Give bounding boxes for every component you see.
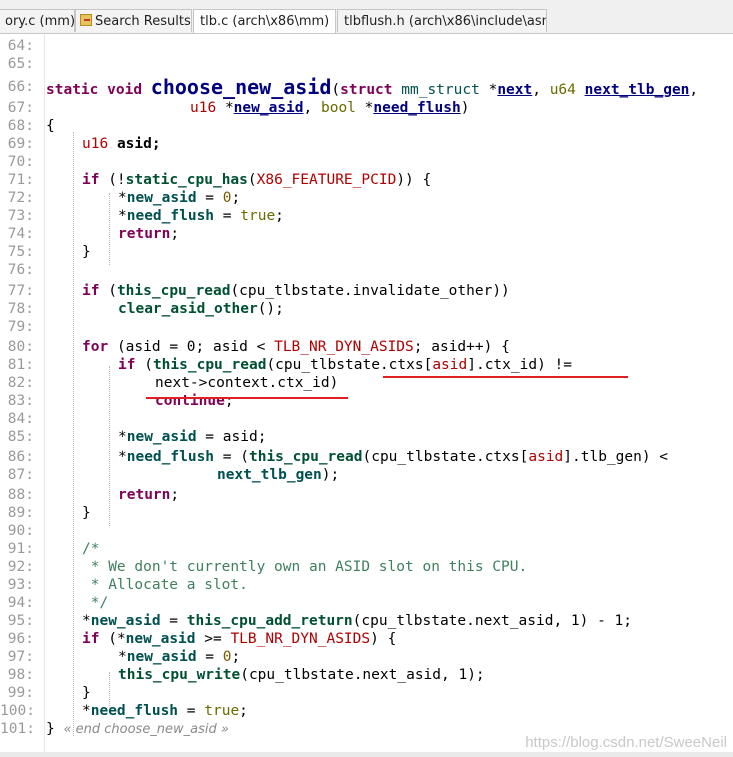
line-number: 95: <box>7 613 34 629</box>
line-number: 94: <box>7 595 34 611</box>
code-line: 67: u16 *new_asid, bool *need_flush) <box>0 99 733 117</box>
code-line: 84: <box>0 410 733 428</box>
line-number: 89: <box>7 505 34 521</box>
code-line: 93: * Allocate a slot. <box>0 576 733 594</box>
code-line: 78: clear_asid_other(); <box>0 300 733 318</box>
code-line: 92: * We don't currently own an ASID slo… <box>0 558 733 576</box>
code-line: 79: <box>0 318 733 336</box>
code-line: 96: if (*new_asid >= TLB_NR_DYN_ASIDS) { <box>0 630 733 648</box>
line-number: 83: <box>7 393 34 409</box>
code-line: 65: <box>0 55 733 73</box>
line-number: 85: <box>7 429 34 445</box>
line-number: 80: <box>7 339 34 355</box>
line-number: 77: <box>7 283 34 299</box>
line-number: 72: <box>7 190 34 206</box>
line-number: 82: <box>7 375 34 391</box>
horizontal-scrollbar[interactable] <box>0 752 733 757</box>
line-number: 76: <box>7 262 34 278</box>
tab-tlbflush-h[interactable]: tlbflush.h (arch\x86\include\asm) <box>337 9 547 32</box>
tab-tlb-c[interactable]: tlb.c (arch\x86\mm)× <box>193 9 336 33</box>
line-number: 70: <box>7 154 34 170</box>
code-line: 98: this_cpu_write(cpu_tlbstate.next_asid… <box>0 666 733 684</box>
line-number: 78: <box>7 301 34 317</box>
code-line: 88: return; <box>0 486 733 504</box>
line-number: 74: <box>7 226 34 242</box>
code-line: 89:} <box>0 504 733 522</box>
code-line: 99:} <box>0 684 733 702</box>
fold-end-marker[interactable]: « end choose_new_asid » <box>63 722 228 737</box>
line-number: 88: <box>7 487 34 503</box>
code-line: 66: static void choose_new_asid(struct mm… <box>0 76 733 98</box>
annotation-underline <box>383 376 628 378</box>
line-number: 91: <box>7 541 34 557</box>
tab-search-results[interactable]: Search Results <box>75 9 192 32</box>
tab-memory-c[interactable]: ory.c (mm) <box>0 9 75 32</box>
code-line: 70: <box>0 153 733 171</box>
code-line: 86: *need_flush = (this_cpu_read(cpu_tlbs… <box>0 448 733 466</box>
code-line: 73: *need_flush = true; <box>0 207 733 225</box>
line-number: 86: <box>7 449 34 465</box>
annotation-underline <box>146 397 348 399</box>
line-number: 92: <box>7 559 34 575</box>
search-results-icon <box>80 14 92 26</box>
line-number: 90: <box>7 523 34 539</box>
line-number: 73: <box>7 208 34 224</box>
line-number: 71: <box>7 172 34 188</box>
code-line: 85: *new_asid = asid; <box>0 428 733 446</box>
code-line: 74: return; <box>0 225 733 243</box>
code-line: 91:/* <box>0 540 733 558</box>
editor-tab-bar: ory.c (mm) Search Results tlb.c (arch\x8… <box>0 0 733 34</box>
code-line: 77: if (this_cpu_read(cpu_tlbstate.invali… <box>0 282 733 300</box>
line-number: 100: <box>0 703 35 719</box>
code-editor[interactable]: 64: 65: 66: static void choose_new_asid(s… <box>0 34 733 757</box>
code-line: 97: *new_asid = 0; <box>0 648 733 666</box>
line-number: 75: <box>7 244 34 260</box>
function-name[interactable]: choose_new_asid <box>151 75 332 99</box>
line-number: 98: <box>7 667 34 683</box>
line-number: 99: <box>7 685 34 701</box>
code-line: 95: *new_asid = this_cpu_add_return(cpu_t… <box>0 612 733 630</box>
code-line: 90: <box>0 522 733 540</box>
line-number: 67: <box>7 100 34 116</box>
code-line: 81: if (this_cpu_read(cpu_tlbstate.ctxs[a… <box>0 356 733 374</box>
code-line: 76: <box>0 261 733 279</box>
line-number: 69: <box>7 136 34 152</box>
code-line: 94: */ <box>0 594 733 612</box>
line-number: 97: <box>7 649 34 665</box>
code-line: 68:{ <box>0 117 733 135</box>
line-number: 96: <box>7 631 34 647</box>
line-number: 81: <box>7 357 34 373</box>
code-line: 71: if (!static_cpu_has(X86_FEATURE_PCID)… <box>0 171 733 189</box>
code-line: 83: continue; <box>0 392 733 410</box>
code-line: 64: <box>0 37 733 55</box>
close-tab-icon[interactable]: × <box>334 14 335 28</box>
line-number: 84: <box>7 411 34 427</box>
line-number: 87: <box>7 467 34 483</box>
code-line: 80: for (asid = 0; asid < TLB_NR_DYN_ASID… <box>0 338 733 356</box>
code-line: 69: u16 asid; <box>0 135 733 153</box>
code-line: 100: *need_flush = true; <box>0 703 248 719</box>
code-line: 75:} <box>0 243 733 261</box>
code-line: 87: next_tlb_gen); <box>0 466 733 484</box>
watermark: https://blog.csdn.net/SweeNeil <box>525 734 727 751</box>
code-line: 72: *new_asid = 0; <box>0 189 733 207</box>
line-number: 93: <box>7 577 34 593</box>
line-number: 64: <box>7 38 34 54</box>
line-number: 79: <box>7 319 34 335</box>
line-number: 65: <box>7 56 34 72</box>
line-number: 101: <box>0 721 35 737</box>
line-number: 66: <box>7 79 34 95</box>
line-number: 68: <box>7 118 34 134</box>
